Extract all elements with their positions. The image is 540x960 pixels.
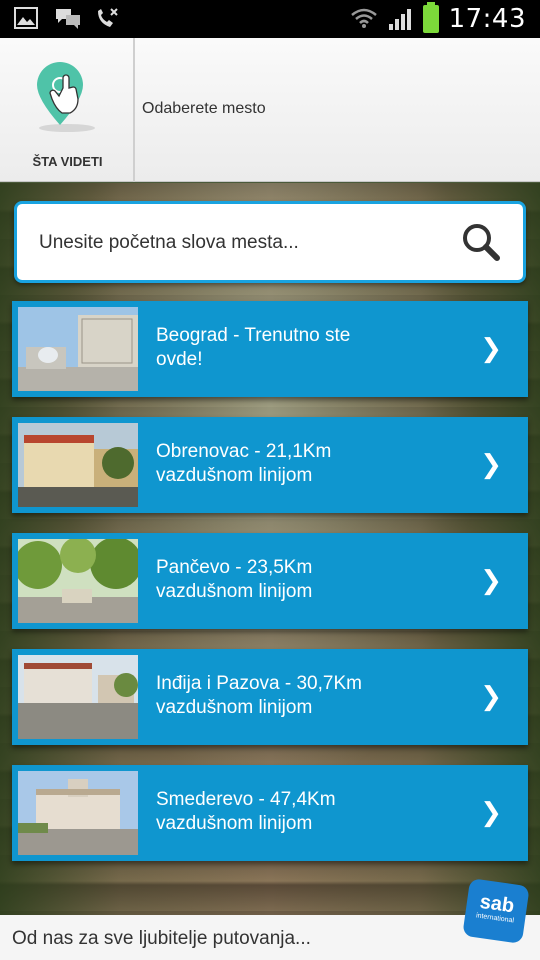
- place-thumbnail: [18, 539, 138, 623]
- chevron-right-icon: ❯: [480, 681, 502, 711]
- search-input[interactable]: Unesite početna slova mesta...: [14, 201, 526, 283]
- place-label: Smederevo - 47,4Km vazdušnom linijom: [156, 789, 336, 834]
- search-icon[interactable]: [461, 222, 501, 262]
- footer-text: Od nas za sve ljubitelje putovanja...: [12, 928, 311, 949]
- search-placeholder: Unesite početna slova mesta...: [39, 232, 299, 253]
- status-bar: 17:43: [0, 0, 540, 38]
- list-item-place[interactable]: Obrenovac - 21,1Km vazdušnom linijom ❯: [12, 417, 528, 513]
- signal-icon: [387, 7, 413, 31]
- app-header: ŠTA VIDETI Odaberete mesto: [0, 38, 540, 182]
- logo-label: ŠTA VIDETI: [32, 154, 103, 169]
- chevron-right-icon: ❯: [480, 565, 502, 595]
- place-label: Beograd - Trenutno ste ovde!: [156, 325, 351, 370]
- clock: 17:43: [448, 4, 526, 34]
- list-item-place[interactable]: Beograd - Trenutno ste ovde! ❯: [12, 301, 528, 397]
- list-item-place[interactable]: Pančevo - 23,5Km vazdušnom linijom ❯: [12, 533, 528, 629]
- battery-icon: [422, 2, 439, 33]
- location-pin-icon: [37, 62, 95, 132]
- place-thumbnail: [18, 655, 138, 739]
- place-label: Obrenovac - 21,1Km vazdušnom linijom: [156, 441, 332, 486]
- chat-icon: [54, 7, 80, 31]
- place-label: Pančevo - 23,5Km vazdušnom linijom: [156, 557, 313, 602]
- place-thumbnail: [18, 307, 138, 391]
- chevron-right-icon: ❯: [480, 797, 502, 827]
- gallery-icon: [14, 7, 40, 31]
- place-thumbnail: [18, 423, 138, 507]
- missed-call-icon: [94, 7, 120, 31]
- wifi-icon: [350, 7, 377, 31]
- list-item-place[interactable]: Inđija i Pazova - 30,7Km vazdušnom linijo…: [12, 649, 528, 745]
- place-label: Inđija i Pazova - 30,7Km vazdušnom linijo…: [156, 673, 362, 718]
- logo-cell[interactable]: ŠTA VIDETI: [0, 38, 135, 182]
- place-thumbnail: [18, 771, 138, 855]
- chevron-right-icon: ❯: [480, 333, 502, 363]
- page-title: Odaberete mesto: [142, 100, 266, 117]
- sab-logo[interactable]: sab international: [462, 878, 530, 944]
- chevron-right-icon: ❯: [480, 449, 502, 479]
- footer-bar: Od nas za sve ljubitelje putovanja...: [0, 915, 540, 960]
- list-item-place[interactable]: Smederevo - 47,4Km vazdušnom linijom ❯: [12, 765, 528, 861]
